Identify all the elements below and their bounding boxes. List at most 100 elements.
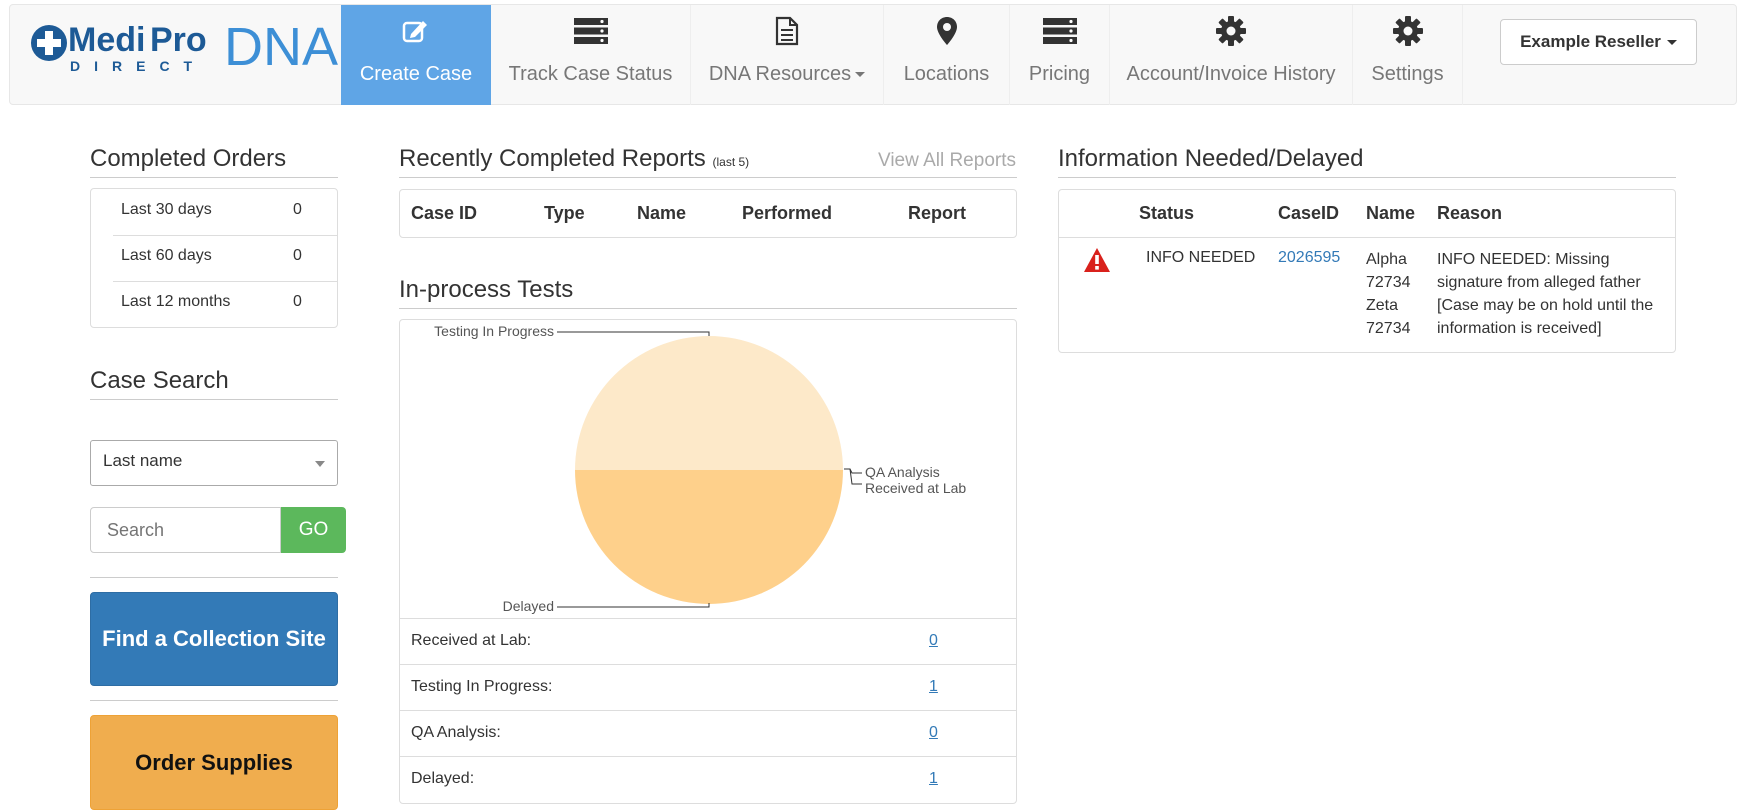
nav-account-invoice-history-label: Account/Invoice History	[1126, 63, 1336, 85]
nav-track-case-status[interactable]: Track Case Status	[491, 5, 691, 105]
go-button[interactable]: GO	[281, 507, 346, 553]
find-collection-site-button[interactable]: Find a Collection Site	[90, 592, 338, 686]
completed-orders-value: 0	[293, 293, 302, 310]
divider	[90, 700, 338, 701]
nav-pricing[interactable]: Pricing	[1010, 5, 1110, 105]
reason-cell: INFO NEEDED: Missing signature from alle…	[1437, 248, 1653, 340]
in-process-label: Received at Lab:	[411, 632, 532, 649]
name-cell: Alpha 72734 Zeta 72734	[1366, 248, 1411, 340]
reseller-label: Example Reseller	[1520, 32, 1661, 51]
nav-settings-label: Settings	[1371, 63, 1444, 85]
pie-slice-testing-in-progress[interactable]	[575, 336, 843, 470]
column-header[interactable]: Report	[908, 203, 966, 224]
column-header[interactable]: CaseID	[1278, 203, 1339, 224]
pie-label-received-at-lab: Received at Lab	[865, 480, 966, 496]
in-process-row: Received at Lab: 0	[400, 618, 1016, 664]
top-navbar: Medi Pro DIRECT DNA Create Case Track Ca…	[9, 4, 1737, 105]
file-icon	[775, 16, 799, 46]
completed-orders-title: Completed Orders	[90, 145, 338, 178]
pie-label-delayed: Delayed	[503, 598, 554, 614]
divider	[90, 577, 338, 578]
nav-create-case[interactable]: Create Case	[341, 5, 491, 105]
chevron-down-icon	[1666, 39, 1677, 45]
column-header[interactable]: Status	[1139, 203, 1194, 224]
in-process-label: Delayed:	[411, 770, 475, 787]
column-header[interactable]: Name	[1366, 203, 1415, 224]
completed-orders-row: Last 30 days 0	[113, 189, 338, 236]
in-process-label: QA Analysis:	[411, 724, 501, 741]
case-id-link[interactable]: 2026595	[1278, 249, 1340, 267]
name-line: 72734	[1366, 320, 1411, 337]
column-header[interactable]: Reason	[1437, 203, 1502, 224]
reason-line: information is received]	[1437, 320, 1602, 337]
in-process-count-link[interactable]: 1	[929, 678, 938, 696]
logo-medi: Medi	[68, 21, 145, 59]
recent-reports-title-text: Recently Completed Reports	[399, 145, 706, 172]
chevron-down-icon	[855, 72, 866, 78]
pie-leader-line	[557, 331, 710, 336]
name-line: 72734	[1366, 274, 1411, 291]
server-icon	[1042, 17, 1077, 45]
completed-orders-panel: Last 30 days 0 Last 60 days 0 Last 12 mo…	[90, 188, 338, 328]
recent-reports-subtitle: (last 5)	[712, 155, 750, 169]
case-search-title: Case Search	[90, 367, 338, 400]
pie-label-testing-in-progress: Testing In Progress	[434, 323, 554, 339]
medipro-dna-logo[interactable]: Medi Pro DIRECT DNA	[28, 15, 338, 75]
in-process-count-link[interactable]: 0	[929, 632, 938, 650]
completed-orders-row: Last 60 days 0	[113, 235, 338, 282]
pie-leader-line	[844, 468, 862, 485]
name-line: Alpha	[1366, 251, 1407, 268]
in-process-row: Delayed: 1	[400, 756, 1016, 802]
reason-line: INFO NEEDED: Missing	[1437, 251, 1610, 268]
view-all-reports-link[interactable]: View All Reports	[878, 150, 1016, 172]
in-process-label: Testing In Progress:	[411, 678, 553, 695]
nav-settings[interactable]: Settings	[1353, 5, 1463, 105]
gear-icon	[1392, 16, 1424, 46]
logo-dna: DNA	[224, 17, 338, 75]
server-icon	[573, 17, 608, 45]
completed-orders-label: Last 30 days	[121, 201, 212, 218]
nav-create-case-label: Create Case	[359, 63, 473, 85]
completed-orders-row: Last 12 months 0	[113, 281, 338, 327]
in-process-count-link[interactable]: 1	[929, 770, 938, 788]
in-process-count-link[interactable]: 0	[929, 724, 938, 742]
pie-label-qa-analysis: QA Analysis	[865, 464, 940, 480]
info-needed-title: Information Needed/Delayed	[1058, 145, 1676, 178]
gear-icon	[1215, 16, 1247, 46]
completed-orders-label: Last 60 days	[121, 247, 212, 264]
nav-locations-label: Locations	[903, 63, 990, 85]
logo-direct: DIRECT	[70, 58, 206, 74]
pie-slice-delayed[interactable]	[575, 470, 843, 604]
column-header[interactable]: Name	[637, 203, 686, 224]
info-needed-table: Status CaseID Name Reason INFO NEEDED 20…	[1058, 189, 1676, 353]
map-marker-icon	[936, 17, 958, 45]
nav-account-invoice-history[interactable]: Account/Invoice History	[1110, 5, 1353, 105]
in-process-title: In-process Tests	[399, 276, 1017, 309]
reseller-dropdown-button[interactable]: Example Reseller	[1500, 19, 1697, 65]
completed-orders-value: 0	[293, 247, 302, 264]
pie-leader-line	[844, 468, 862, 474]
nav-track-case-status-label: Track Case Status	[508, 63, 673, 85]
table-row: INFO NEEDED 2026595 Alpha 72734 Zeta 727…	[1059, 237, 1675, 337]
nav-dna-resources-label: DNA Resources	[709, 63, 866, 86]
in-process-pie-chart: Testing In Progress Delayed QA Analysis …	[434, 323, 966, 614]
column-header[interactable]: Performed	[742, 203, 832, 224]
in-process-row: Testing In Progress: 1	[400, 664, 1016, 710]
edit-icon	[401, 17, 431, 45]
nav-dna-resources[interactable]: DNA Resources	[691, 5, 884, 105]
in-process-row: QA Analysis: 0	[400, 710, 1016, 756]
nav-locations[interactable]: Locations	[884, 5, 1010, 105]
completed-orders-label: Last 12 months	[121, 293, 231, 310]
recent-reports-table: Case ID Type Name Performed Report	[399, 189, 1017, 238]
in-process-panel: Testing In Progress Delayed QA Analysis …	[399, 319, 1017, 804]
order-supplies-button[interactable]: Order Supplies	[90, 715, 338, 810]
column-header[interactable]: Type	[544, 203, 585, 224]
chevron-down-icon	[315, 461, 325, 467]
status-badge: INFO NEEDED	[1146, 249, 1256, 266]
logo-pro: Pro	[150, 21, 207, 59]
case-search-input[interactable]	[90, 507, 281, 553]
column-header[interactable]: Case ID	[411, 203, 477, 224]
completed-orders-value: 0	[293, 201, 302, 218]
search-type-select[interactable]: Last name	[90, 440, 338, 486]
nav-pricing-label: Pricing	[1028, 63, 1091, 85]
